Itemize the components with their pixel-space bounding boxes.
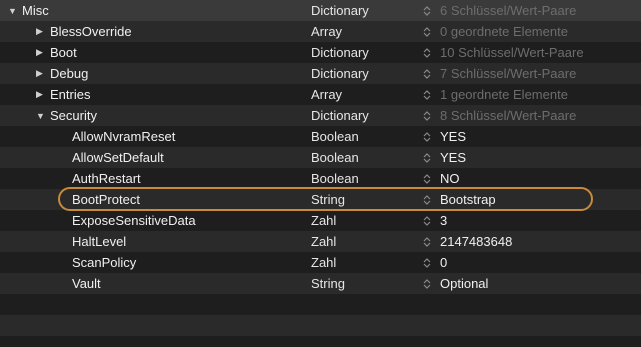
type-stepper-icon[interactable]: [420, 147, 434, 168]
value-cell: 6 Schlüssel/Wert-Paare: [440, 3, 577, 18]
type-stepper-icon[interactable]: [420, 105, 434, 126]
key-label: AuthRestart: [72, 171, 141, 186]
type-cell[interactable]: Zahl: [311, 210, 411, 231]
value-field[interactable]: YES: [440, 126, 635, 147]
key-label: BootProtect: [72, 192, 140, 207]
plist-row-scanpolicy[interactable]: ScanPolicy Zahl 0: [0, 252, 641, 273]
value-cell: 10 Schlüssel/Wert-Paare: [440, 45, 584, 60]
disclosure-triangle-icon[interactable]: ▼: [8, 6, 18, 16]
type-cell[interactable]: Dictionary: [311, 63, 411, 84]
key-label: ExposeSensitiveData: [72, 213, 196, 228]
key-label: Boot: [50, 45, 77, 60]
value-cell: 8 Schlüssel/Wert-Paare: [440, 108, 577, 123]
value-field[interactable]: 0: [440, 252, 635, 273]
type-stepper-icon[interactable]: [420, 210, 434, 231]
plist-row-boot[interactable]: ▶ Boot Dictionary 10 Schlüssel/Wert-Paar…: [0, 42, 641, 63]
disclosure-triangle-icon[interactable]: ▶: [36, 68, 46, 79]
type-stepper-icon[interactable]: [420, 21, 434, 42]
disclosure-triangle-icon[interactable]: ▶: [36, 47, 46, 58]
disclosure-triangle-icon[interactable]: ▶: [36, 26, 46, 37]
type-cell[interactable]: Array: [311, 84, 411, 105]
key-cell: ▶ Debug: [0, 63, 341, 84]
value-field[interactable]: Bootstrap: [440, 189, 635, 210]
type-stepper-icon[interactable]: [420, 0, 434, 21]
plist-row-vault[interactable]: Vault String Optional: [0, 273, 641, 294]
value-field[interactable]: NO: [440, 168, 635, 189]
empty-row: [0, 315, 641, 336]
disclosure-triangle-icon[interactable]: ▶: [36, 89, 46, 100]
plist-row-exposesensitivedata[interactable]: ExposeSensitiveData Zahl 3: [0, 210, 641, 231]
value-field[interactable]: Optional: [440, 273, 635, 294]
plist-row-security[interactable]: ▼ Security Dictionary 8 Schlüssel/Wert-P…: [0, 105, 641, 126]
plist-row-allownvramreset[interactable]: AllowNvramReset Boolean YES: [0, 126, 641, 147]
type-stepper-icon[interactable]: [420, 252, 434, 273]
key-cell: ▶ Entries: [0, 84, 341, 105]
key-label: BlessOverride: [50, 24, 132, 39]
key-label: HaltLevel: [72, 234, 127, 249]
plist-row-haltlevel[interactable]: HaltLevel Zahl 2147483648: [0, 231, 641, 252]
value-field[interactable]: YES: [440, 147, 635, 168]
key-label: Vault: [72, 276, 101, 291]
key-cell: ▶ BlessOverride: [0, 21, 341, 42]
key-label: AllowNvramReset: [72, 129, 176, 144]
key-label: ScanPolicy: [72, 255, 137, 270]
type-stepper-icon[interactable]: [420, 273, 434, 294]
plist-editor-table: ▼ Misc Dictionary 6 Schlüssel/Wert-Paare…: [0, 0, 641, 347]
disclosure-triangle-icon[interactable]: ▼: [36, 111, 46, 121]
plist-row-bootprotect[interactable]: BootProtect String Bootstrap: [0, 189, 641, 210]
key-label: Security: [50, 108, 97, 123]
type-stepper-icon[interactable]: [420, 189, 434, 210]
type-stepper-icon[interactable]: [420, 42, 434, 63]
value-cell: 1 geordnete Elemente: [440, 87, 568, 102]
empty-row: [0, 336, 641, 347]
key-label: Misc: [22, 3, 49, 18]
plist-row-debug[interactable]: ▶ Debug Dictionary 7 Schlüssel/Wert-Paar…: [0, 63, 641, 84]
type-stepper-icon[interactable]: [420, 84, 434, 105]
type-stepper-icon[interactable]: [420, 231, 434, 252]
type-cell[interactable]: Zahl: [311, 231, 411, 252]
type-cell[interactable]: String: [311, 273, 411, 294]
key-cell: ▶ Boot: [0, 42, 341, 63]
type-stepper-icon[interactable]: [420, 63, 434, 84]
value-cell: 0 geordnete Elemente: [440, 24, 568, 39]
value-cell: 7 Schlüssel/Wert-Paare: [440, 66, 577, 81]
type-cell[interactable]: Dictionary: [311, 105, 411, 126]
plist-row-entries[interactable]: ▶ Entries Array 1 geordnete Elemente: [0, 84, 641, 105]
type-cell[interactable]: Dictionary: [311, 0, 411, 21]
type-cell[interactable]: String: [311, 189, 411, 210]
type-stepper-icon[interactable]: [420, 126, 434, 147]
type-cell[interactable]: Boolean: [311, 147, 411, 168]
type-cell[interactable]: Array: [311, 21, 411, 42]
type-stepper-icon[interactable]: [420, 168, 434, 189]
key-label: Debug: [50, 66, 89, 81]
value-field[interactable]: 3: [440, 210, 635, 231]
type-cell[interactable]: Dictionary: [311, 42, 411, 63]
type-cell[interactable]: Zahl: [311, 252, 411, 273]
type-cell[interactable]: Boolean: [311, 168, 411, 189]
value-field[interactable]: 2147483648: [440, 231, 635, 252]
plist-row-authrestart[interactable]: AuthRestart Boolean NO: [0, 168, 641, 189]
key-label: AllowSetDefault: [72, 150, 164, 165]
key-cell: ▼ Misc: [0, 0, 313, 21]
key-label: Entries: [50, 87, 91, 102]
key-cell: ▼ Security: [0, 105, 341, 126]
empty-row: [0, 294, 641, 315]
type-cell[interactable]: Boolean: [311, 126, 411, 147]
plist-row-blessoverride[interactable]: ▶ BlessOverride Array 0 geordnete Elemen…: [0, 21, 641, 42]
plist-row-allowsetdefault[interactable]: AllowSetDefault Boolean YES: [0, 147, 641, 168]
plist-row-misc[interactable]: ▼ Misc Dictionary 6 Schlüssel/Wert-Paare: [0, 0, 641, 21]
